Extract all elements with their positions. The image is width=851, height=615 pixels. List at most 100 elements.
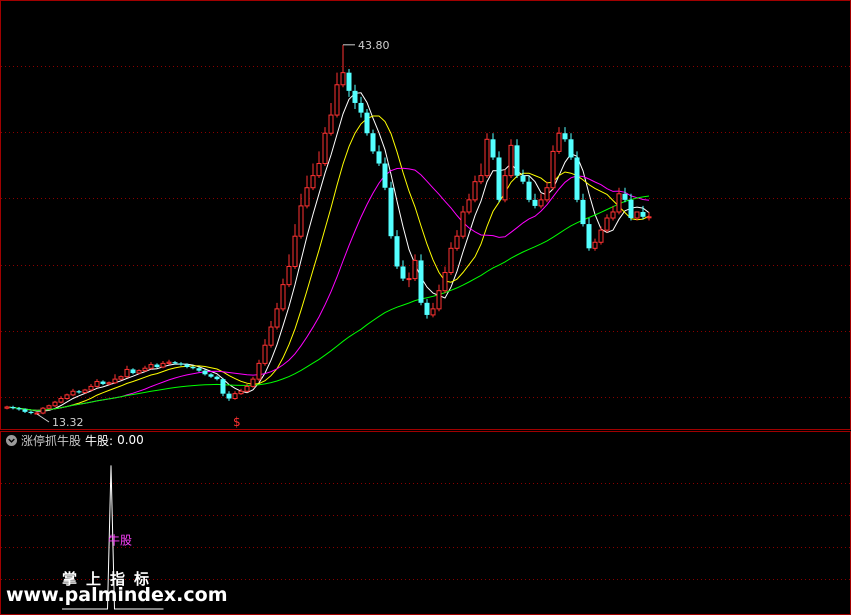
- candle-body: [616, 193, 622, 213]
- candle-body: [592, 241, 598, 249]
- candle-body: [106, 382, 112, 385]
- candle-body: [70, 390, 76, 396]
- candle-body: [286, 265, 292, 286]
- candle-body: [358, 102, 364, 113]
- candle-body: [316, 163, 322, 177]
- candle-body: [178, 363, 184, 365]
- indicator-value-label: 牛股:: [85, 433, 114, 448]
- candle-body: [586, 224, 592, 249]
- price-annotation: 43.80: [358, 39, 390, 52]
- candle-body: [208, 374, 214, 377]
- candle-body: [436, 290, 442, 310]
- candle-body: [610, 211, 616, 219]
- candle-body: [628, 199, 634, 219]
- signal-label: 牛股: [108, 532, 132, 547]
- annotation-leader: [36, 413, 50, 423]
- candle-body: [82, 389, 88, 393]
- indicator-name[interactable]: 涨停抓牛股: [21, 432, 81, 449]
- candle-body: [256, 362, 262, 380]
- candle-body: [220, 379, 226, 394]
- candle-body: [328, 114, 334, 134]
- indicator-header: 涨停抓牛股 牛股: 0.00: [6, 432, 144, 448]
- candle-body: [640, 211, 646, 217]
- candle-body: [244, 385, 250, 392]
- candle-body: [94, 381, 100, 387]
- candle-body: [514, 145, 520, 176]
- candle-body: [76, 391, 82, 393]
- candle-body: [400, 266, 406, 279]
- candle-body: [424, 302, 430, 315]
- candle-body: [406, 278, 412, 281]
- candle-body: [130, 369, 136, 374]
- candle-body: [196, 368, 202, 371]
- candle-body: [292, 235, 298, 267]
- candle-body: [622, 193, 628, 200]
- candle-body: [40, 407, 46, 414]
- candle-body: [160, 362, 166, 368]
- collapse-chevron-icon[interactable]: [6, 434, 17, 446]
- candle-body: [58, 398, 64, 403]
- candle-body: [484, 138, 490, 177]
- candle-body: [532, 199, 538, 206]
- candle-body: [634, 211, 640, 219]
- candle-body: [334, 84, 340, 116]
- candle-body: [142, 367, 148, 372]
- watermark-url: www.palmindex.com: [6, 584, 228, 606]
- candle-body: [118, 376, 124, 380]
- candle-body: [304, 187, 310, 207]
- candle-body: [472, 181, 478, 201]
- candle-body: [538, 199, 544, 207]
- candle-body: [190, 367, 196, 369]
- price-chart[interactable]: 43.80 13.32 $: [0, 0, 851, 430]
- candle-body: [214, 376, 220, 380]
- candle-body: [430, 308, 436, 316]
- candle-body: [364, 112, 370, 134]
- candle-body: [556, 132, 562, 152]
- candle-body: [10, 406, 16, 409]
- candle-body: [184, 364, 190, 368]
- candle-body: [478, 175, 484, 183]
- candle-body: [238, 390, 244, 395]
- candle-body: [88, 385, 94, 391]
- ma-line-ma20: [6, 167, 650, 411]
- candle-body: [16, 408, 22, 410]
- candle-body: [562, 133, 568, 140]
- candle-body: [460, 211, 466, 237]
- candle-body: [580, 199, 586, 225]
- candle-body: [352, 90, 358, 103]
- candle-body: [46, 405, 52, 409]
- candle-body: [454, 235, 460, 249]
- candle-body: [52, 401, 58, 407]
- candle-body: [544, 187, 550, 201]
- candle-body: [202, 370, 208, 375]
- candle-body: [508, 144, 514, 177]
- candle-body: [166, 361, 172, 364]
- candle-body: [268, 326, 274, 346]
- candle-body: [226, 393, 232, 399]
- candle-body: [574, 157, 580, 200]
- candle-body: [382, 163, 388, 188]
- candle-body: [388, 187, 394, 237]
- candle-body: [568, 139, 574, 158]
- candle-body: [136, 370, 142, 374]
- candle-body: [496, 157, 502, 200]
- candle-body: [154, 364, 160, 368]
- candle-body: [418, 260, 424, 303]
- candle-body: [64, 394, 70, 400]
- candle-body: [262, 344, 268, 364]
- candle-body: [148, 364, 154, 369]
- candle-body: [322, 132, 328, 165]
- candle-body: [520, 175, 526, 182]
- candle-body: [4, 406, 10, 409]
- candle-body: [28, 411, 34, 414]
- candle-body: [274, 308, 280, 328]
- candle-body: [370, 133, 376, 152]
- ma-line-ma60: [6, 195, 650, 411]
- candle-body: [598, 229, 604, 243]
- candle-body: [112, 378, 118, 384]
- ma-line-ma5: [6, 92, 650, 412]
- candle-body: [448, 247, 454, 274]
- candle-body: [34, 412, 40, 415]
- candle-body: [376, 151, 382, 164]
- candle-body: [172, 362, 178, 364]
